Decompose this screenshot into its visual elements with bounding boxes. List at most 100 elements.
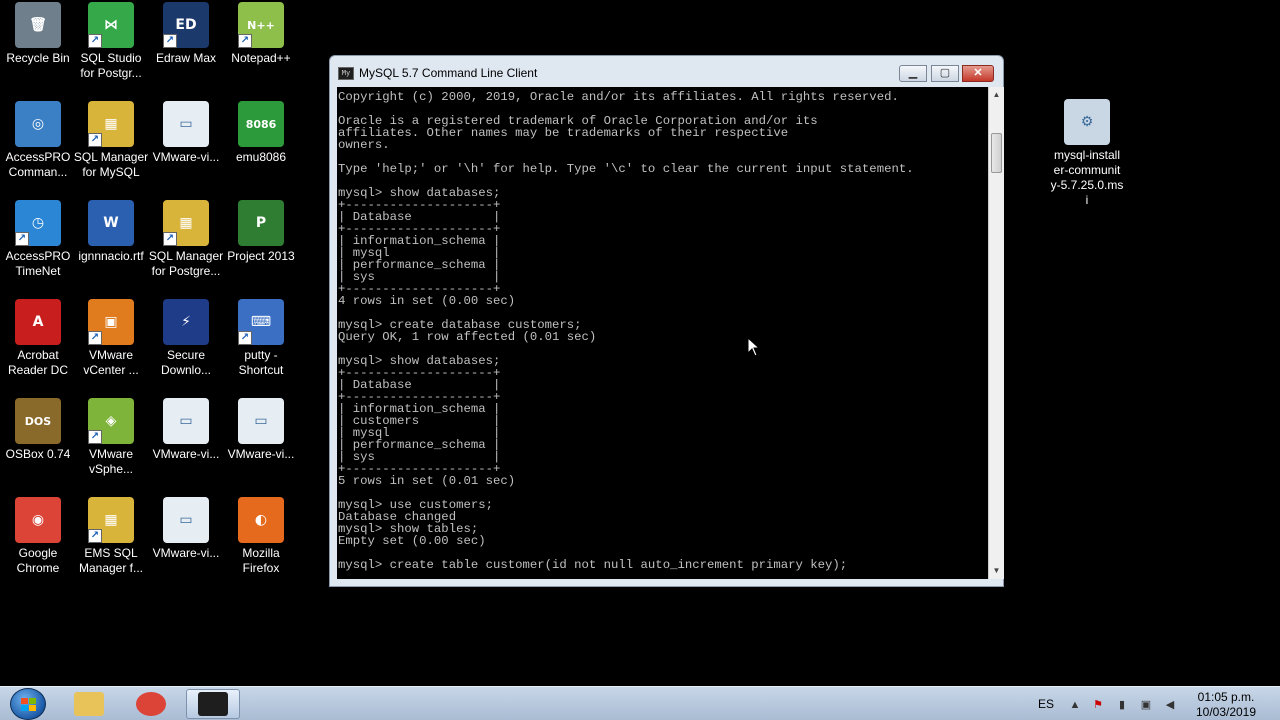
clock-date: 10/03/2019 (1195, 705, 1257, 719)
vmware-file-icon: ▭ (163, 398, 209, 444)
desktop-icon-label: VMware vCenter ... (83, 348, 139, 377)
desktop-icon-mysql-installer[interactable]: ⚙ mysql-install er-communit y-5.7.25.0.ms… (1049, 99, 1125, 208)
recycle-bin-icon: 🗑 (15, 2, 61, 48)
timenet-icon: ◷ ↗ (15, 200, 61, 246)
shortcut-arrow-icon: ↗ (163, 232, 177, 246)
shortcut-arrow-icon: ↗ (88, 529, 102, 543)
mysql-console-icon (198, 692, 228, 716)
desktop-icon-label: OSBox 0.74 (5, 447, 71, 461)
desktop-icon-label: mysql-install er-communit y-5.7.25.0.ms … (1050, 148, 1124, 207)
clock-time: 01:05 p.m. (1197, 690, 1255, 704)
desktop-icon-project-2013[interactable]: P Project 2013 (223, 200, 299, 264)
window-title: MySQL 5.7 Command Line Client (359, 66, 538, 80)
window-titlebar[interactable]: My MySQL 5.7 Command Line Client ▁ ▢ ✕ (330, 56, 1003, 90)
close-button[interactable]: ✕ (962, 65, 994, 82)
desktop-icon-sql-manager-postgres[interactable]: ▦ ↗ SQL Manager for Postgre... (148, 200, 224, 279)
desktop-icon-vmware-vi-2[interactable]: ▭ VMware-vi... (148, 398, 224, 462)
network-icon[interactable]: ▣ (1139, 698, 1153, 712)
desktop-icon-label: ignnnacio.rtf (78, 249, 144, 263)
desktop-icon-label: AccessPRO Comman... (5, 150, 71, 179)
scroll-up-icon[interactable]: ▲ (989, 87, 1004, 103)
desktop-icon-notepad-plus[interactable]: N++ ↗ Notepad++ (223, 2, 299, 66)
desktop-icon-label: SQL Manager for Postgre... (148, 249, 224, 278)
chrome-icon: ◉ (15, 497, 61, 543)
desktop-icon-sql-studio-postgres[interactable]: ⋈ ↗ SQL Studio for Postgr... (73, 2, 149, 81)
desktop-icon-label: VMware-vi... (227, 447, 295, 461)
desktop-icon-google-chrome[interactable]: ◉ Google Chrome (0, 497, 76, 576)
desktop-icon-label: Recycle Bin (6, 51, 70, 65)
language-indicator[interactable]: ES (1038, 697, 1054, 711)
taskbar-button-explorer[interactable] (62, 689, 116, 719)
desktop-icon-label: VMware vSphe... (88, 447, 134, 476)
sql-studio-icon: ⋈ ↗ (88, 2, 134, 48)
vcenter-icon: ▣ ↗ (88, 299, 134, 345)
vmware-file-icon: ▭ (163, 497, 209, 543)
desktop-icon-vmware-vsphere[interactable]: ◈ ↗ VMware vSphe... (73, 398, 149, 477)
shortcut-arrow-icon: ↗ (238, 34, 252, 48)
desktop-icon-label: Project 2013 (227, 249, 295, 263)
desktop-icon-recycle-bin[interactable]: 🗑 Recycle Bin (0, 2, 76, 66)
minimize-button[interactable]: ▁ (899, 65, 927, 82)
desktop-icon-vmware-vi-1[interactable]: ▭ VMware-vi... (148, 101, 224, 165)
mouse-pointer-icon (747, 337, 761, 357)
desktop-icon-accesspro-command[interactable]: ◎ AccessPRO Comman... (0, 101, 76, 180)
desktop-icon-mozilla-firefox[interactable]: ◐ Mozilla Firefox (223, 497, 299, 576)
desktop-icon-dosbox[interactable]: DOS OSBox 0.74 (0, 398, 76, 462)
taskbar-button-chrome[interactable] (124, 689, 178, 719)
scroll-thumb[interactable] (991, 133, 1002, 173)
desktop-icon-emu8086[interactable]: 8086 emu8086 (223, 101, 299, 165)
desktop-icon-label: EMS SQL Manager f... (78, 546, 144, 575)
sql-manager-postgres-icon: ▦ ↗ (163, 200, 209, 246)
desktop-icon-label: VMware-vi... (152, 546, 220, 560)
show-hidden-icons-icon[interactable]: ▲ (1068, 698, 1082, 712)
desktop-icon-label: Secure Downlo... (160, 348, 212, 377)
desktop-icon-label: Acrobat Reader DC (7, 348, 69, 377)
ems-sql-icon: ▦ ↗ (88, 497, 134, 543)
shortcut-arrow-icon: ↗ (88, 430, 102, 444)
shortcut-arrow-icon: ↗ (88, 34, 102, 48)
shortcut-arrow-icon: ↗ (163, 34, 177, 48)
vmware-file-icon: ▭ (238, 398, 284, 444)
shortcut-arrow-icon: ↗ (88, 331, 102, 345)
desktop-icon-vmware-vi-4[interactable]: ▭ VMware-vi... (148, 497, 224, 561)
secure-download-icon: ⚡ (163, 299, 209, 345)
sql-manager-icon: ▦ ↗ (88, 101, 134, 147)
vertical-scrollbar[interactable]: ▲ ▼ (988, 87, 1004, 579)
folder-icon (74, 692, 104, 716)
battery-icon[interactable]: ▮ (1115, 698, 1129, 712)
scroll-down-icon[interactable]: ▼ (989, 563, 1004, 579)
desktop-icon-putty-shortcut[interactable]: ⌨ ↗ putty - Shortcut (223, 299, 299, 378)
desktop-icon-acrobat-reader[interactable]: A Acrobat Reader DC (0, 299, 76, 378)
desktop-icon-ignnnacio-rtf[interactable]: Wignnnacio.rtf (73, 200, 149, 264)
desktop-icon-accesspro-timenet[interactable]: ◷ ↗ AccessPRO TimeNet (0, 200, 76, 279)
dosbox-icon: DOS (15, 398, 61, 444)
system-clock[interactable]: 01:05 p.m. 10/03/2019 (1186, 690, 1266, 720)
desktop-icon-label: Notepad++ (231, 51, 291, 65)
console-text: Copyright (c) 2000, 2019, Oracle and/or … (338, 90, 914, 572)
volume-icon[interactable]: ◀ (1163, 698, 1177, 712)
desktop-icon-label: Mozilla Firefox (242, 546, 280, 575)
acrobat-icon: A (15, 299, 61, 345)
maximize-button[interactable]: ▢ (931, 65, 959, 82)
desktop-icon-ems-sql-manager[interactable]: ▦ ↗ EMS SQL Manager f... (73, 497, 149, 576)
desktop-icon-sql-manager-mysql[interactable]: ▦ ↗ SQL Manager for MySQL (73, 101, 149, 180)
taskbar-button-mysql-client[interactable] (186, 689, 240, 719)
desktop-icon-secure-download[interactable]: ⚡ Secure Downlo... (148, 299, 224, 378)
mysql-console-icon: My (338, 67, 354, 80)
console-output[interactable]: Copyright (c) 2000, 2019, Oracle and/or … (337, 87, 988, 579)
desktop-icon-edraw-max[interactable]: ED ↗ Edraw Max (148, 2, 224, 66)
action-center-icon[interactable]: ⚑ (1091, 698, 1105, 712)
desktop-icon-label: SQL Studio for Postgr... (80, 51, 142, 80)
mysql-console-window[interactable]: My MySQL 5.7 Command Line Client ▁ ▢ ✕ C… (329, 55, 1004, 587)
word-doc-icon: W (88, 200, 134, 246)
putty-icon: ⌨ ↗ (238, 299, 284, 345)
desktop-icon-vmware-vi-3[interactable]: ▭ VMware-vi... (223, 398, 299, 462)
shortcut-arrow-icon: ↗ (88, 133, 102, 147)
desktop-icon-vmware-vcenter[interactable]: ▣ ↗ VMware vCenter ... (73, 299, 149, 378)
desktop-icon-label: putty - Shortcut (238, 348, 284, 377)
vmware-file-icon: ▭ (163, 101, 209, 147)
shortcut-arrow-icon: ↗ (238, 331, 252, 345)
desktop-icon-label: emu8086 (235, 150, 287, 164)
start-button[interactable] (10, 688, 46, 720)
desktop-icon-label: AccessPRO TimeNet (5, 249, 71, 278)
